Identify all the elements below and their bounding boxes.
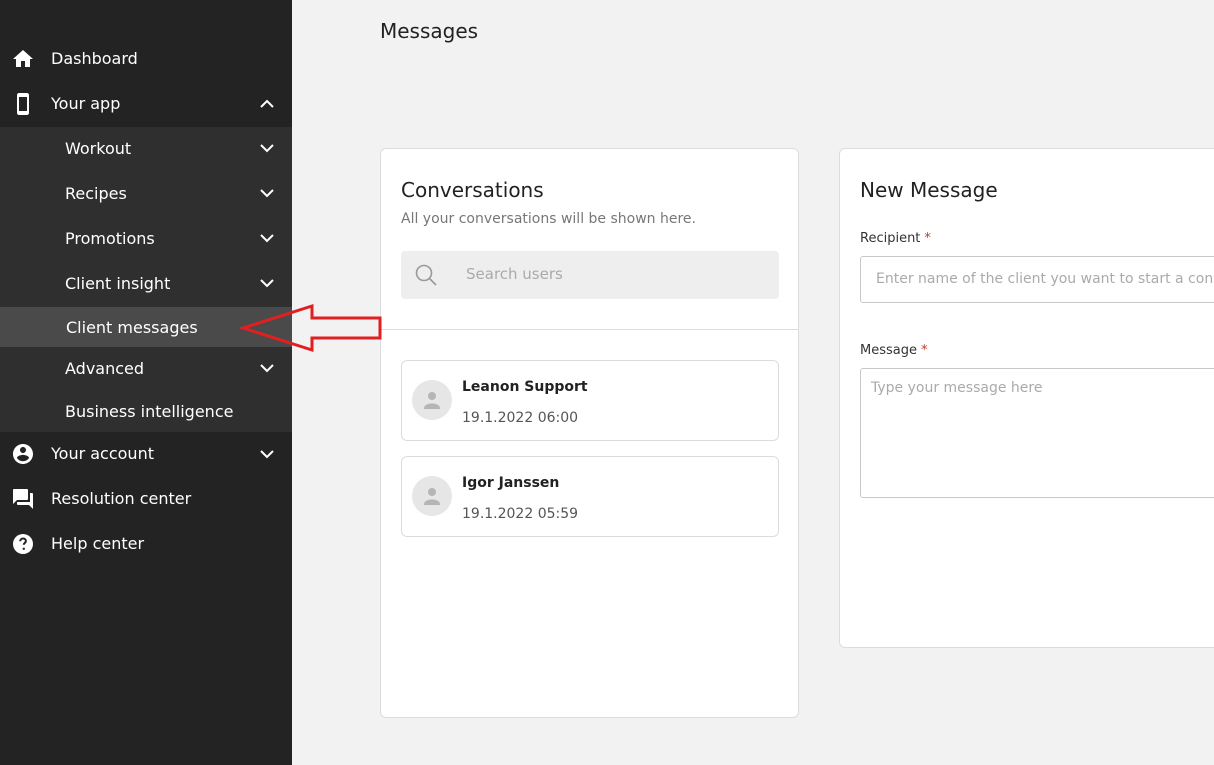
search-icon	[414, 263, 438, 287]
nav-item-help-center[interactable]: Help center	[0, 521, 292, 566]
message-label-text: Message	[860, 343, 917, 358]
recipient-label-text: Recipient	[860, 231, 921, 246]
home-icon	[11, 47, 35, 71]
chevron-down-icon	[260, 231, 274, 245]
account-circle-icon	[11, 442, 35, 466]
conversation-name: Igor Janssen	[462, 475, 560, 491]
submenu-item-business-intelligence[interactable]: Business intelligence	[0, 391, 292, 431]
search-placeholder: Search users	[466, 265, 563, 283]
nav-label-resolution-center: Resolution center	[51, 489, 192, 508]
new-message-title: New Message	[860, 178, 998, 202]
chevron-down-icon	[260, 141, 274, 155]
recipient-placeholder: Enter name of the client you want to sta…	[876, 271, 1214, 287]
submenu-item-promotions[interactable]: Promotions	[0, 218, 292, 258]
submenu-label-client-messages: Client messages	[66, 317, 198, 337]
required-mark: *	[920, 343, 928, 358]
chevron-down-icon	[260, 361, 274, 375]
nav-item-your-account[interactable]: Your account	[0, 431, 292, 476]
divider	[381, 329, 798, 330]
message-label: Message *	[860, 343, 927, 358]
forum-icon	[11, 487, 35, 511]
conversation-time: 19.1.2022 06:00	[462, 410, 579, 426]
nav-label-help-center: Help center	[51, 534, 145, 553]
submenu-item-advanced[interactable]: Advanced	[0, 348, 292, 388]
message-placeholder: Type your message here	[871, 380, 1043, 396]
required-mark: *	[924, 231, 931, 246]
message-textarea[interactable]: Type your message here	[860, 368, 1214, 498]
conversations-title: Conversations	[401, 178, 544, 202]
help-icon	[11, 532, 35, 556]
your-app-submenu: Workout Recipes Promotions Client insigh…	[0, 127, 292, 432]
avatar-person-icon	[412, 476, 452, 516]
new-message-card: New Message Recipient * Enter name of the…	[839, 148, 1214, 648]
submenu-item-client-insight[interactable]: Client insight	[0, 263, 292, 303]
submenu-label-promotions: Promotions	[65, 228, 155, 248]
conversations-subtitle: All your conversations will be shown her…	[401, 211, 696, 227]
conversation-item[interactable]: Igor Janssen 19.1.2022 05:59	[401, 456, 779, 537]
chevron-down-icon	[260, 186, 274, 200]
submenu-label-advanced: Advanced	[65, 358, 145, 378]
chevron-down-icon	[260, 276, 274, 290]
submenu-label-business-intelligence: Business intelligence	[65, 401, 234, 421]
recipient-label: Recipient *	[860, 231, 931, 246]
chevron-up-icon	[260, 97, 274, 111]
nav-label-your-app: Your app	[51, 94, 121, 113]
phone-icon	[11, 92, 35, 116]
submenu-item-recipes[interactable]: Recipes	[0, 173, 292, 213]
search-users-input[interactable]: Search users	[401, 251, 779, 299]
sidebar: Dashboard Your app Workout Recipes Promo…	[0, 0, 292, 765]
chevron-down-icon	[260, 447, 274, 461]
conversation-time: 19.1.2022 05:59	[462, 506, 579, 522]
nav-label-dashboard: Dashboard	[51, 49, 138, 68]
page-title: Messages	[380, 19, 479, 43]
recipient-input[interactable]: Enter name of the client you want to sta…	[860, 256, 1214, 303]
annotation-arrow-icon	[240, 303, 382, 353]
nav-label-your-account: Your account	[51, 444, 154, 463]
nav-item-your-app[interactable]: Your app	[0, 81, 292, 126]
submenu-label-recipes: Recipes	[65, 183, 127, 203]
nav-item-resolution-center[interactable]: Resolution center	[0, 476, 292, 521]
conversation-name: Leanon Support	[462, 379, 588, 395]
submenu-label-workout: Workout	[65, 138, 132, 158]
conversation-item[interactable]: Leanon Support 19.1.2022 06:00	[401, 360, 779, 441]
submenu-item-workout[interactable]: Workout	[0, 128, 292, 168]
submenu-label-client-insight: Client insight	[65, 273, 171, 293]
conversations-card: Conversations All your conversations wil…	[380, 148, 799, 718]
avatar-person-icon	[412, 380, 452, 420]
nav-item-dashboard[interactable]: Dashboard	[0, 36, 292, 81]
